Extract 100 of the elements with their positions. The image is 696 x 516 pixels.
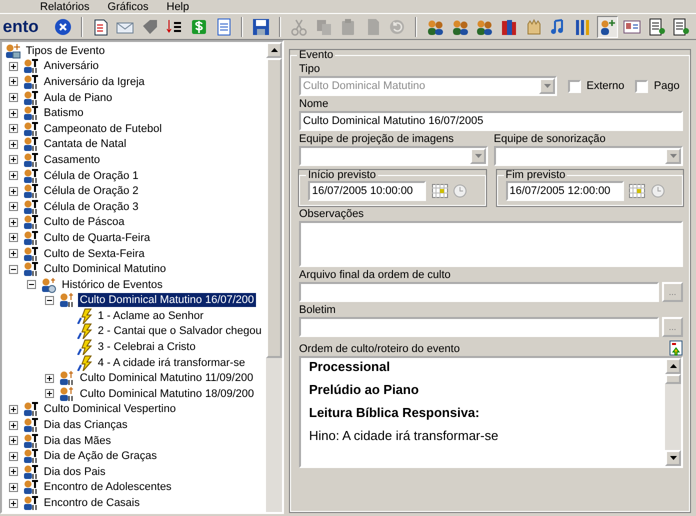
person-clock-icon xyxy=(40,276,57,293)
import-icon xyxy=(669,340,683,356)
field-label: Tipo xyxy=(299,63,321,76)
tree-item[interactable]: Dia das Crianças xyxy=(42,418,130,432)
menu-item[interactable]: Relatórios xyxy=(40,0,90,13)
tree-item[interactable]: Aula de Piano xyxy=(42,90,114,105)
tree-item[interactable]: Tipos de Evento xyxy=(24,44,107,58)
tree-item[interactable]: 3 - Celebrai a Cristo xyxy=(96,340,198,354)
person-add-button[interactable] xyxy=(596,16,618,38)
checkbox[interactable] xyxy=(568,80,581,92)
tree-item[interactable]: Dia dos Pais xyxy=(42,464,108,479)
tree-item[interactable]: 1 - Aclame ao Senhor xyxy=(96,308,206,323)
expand-icon[interactable] xyxy=(9,467,18,476)
person-icon xyxy=(22,168,39,184)
expand-icon[interactable] xyxy=(9,218,18,227)
tree-item[interactable]: Culto Dominical Matutino 16/07/200 xyxy=(78,293,256,308)
expand-icon[interactable] xyxy=(9,498,18,508)
scroll-thumb[interactable] xyxy=(665,374,681,384)
text-field[interactable]: Culto Dominical Matutino 16/07/2005 xyxy=(299,111,683,131)
tree-item[interactable]: 4 - A cidade irá transformar-se xyxy=(96,356,248,370)
expand-icon[interactable] xyxy=(9,124,18,134)
text-line: Hino: A cidade irá transformar-se xyxy=(309,428,500,444)
person-icon xyxy=(22,464,39,480)
checkbox[interactable] xyxy=(635,80,648,92)
field-label: Boletim xyxy=(299,304,337,317)
scroll-up-icon xyxy=(270,48,278,52)
tree-item[interactable]: Culto de Páscoa xyxy=(42,215,126,230)
expand-icon[interactable] xyxy=(9,233,18,242)
person-icon xyxy=(22,74,39,90)
person-icon xyxy=(22,152,39,168)
tree-item[interactable]: Encontro de Casais xyxy=(42,496,142,510)
person-icon xyxy=(22,479,39,496)
expand-icon[interactable] xyxy=(9,202,18,212)
expand-icon[interactable] xyxy=(9,171,18,180)
text-field[interactable] xyxy=(299,282,660,302)
tree-item[interactable]: Dia das Mães xyxy=(42,434,114,448)
person-icon xyxy=(22,105,39,122)
tree-item[interactable]: 2 - Cantai que o Salvador chegou xyxy=(96,324,264,338)
lightning-icon xyxy=(76,308,93,324)
scrollbar[interactable] xyxy=(266,42,282,512)
expand-icon[interactable] xyxy=(45,374,54,383)
collapse-icon[interactable] xyxy=(9,264,18,274)
field-label: Arquivo final da ordem de culto xyxy=(299,269,452,282)
expand-icon[interactable] xyxy=(45,389,54,398)
group-title: Evento xyxy=(298,50,334,61)
tree-item[interactable]: Batismo xyxy=(42,106,86,120)
text-field[interactable] xyxy=(299,317,660,337)
tree-item[interactable]: Casamento xyxy=(42,152,102,167)
dropdown-field[interactable] xyxy=(299,146,488,166)
tree-item[interactable]: Culto Dominical Matutino 18/09/200 xyxy=(78,386,256,401)
checkbox-label: Externo xyxy=(586,78,624,94)
menu-item[interactable]: Help xyxy=(166,0,190,13)
expand-icon[interactable] xyxy=(9,93,18,102)
dropdown-field[interactable] xyxy=(494,146,683,166)
date-field[interactable]: 16/07/2005 10:00:00 xyxy=(308,181,426,201)
expand-icon[interactable] xyxy=(9,77,18,86)
scrollbar[interactable] xyxy=(665,358,681,466)
tree-item[interactable]: Célula de Oração 2 xyxy=(42,184,141,198)
tree-item[interactable]: Dia de Ação de Graças xyxy=(42,449,159,464)
expand-icon[interactable] xyxy=(9,140,18,149)
collapse-icon[interactable] xyxy=(27,280,36,290)
expand-icon[interactable] xyxy=(9,404,18,414)
field-label: Nome xyxy=(299,98,330,111)
tree-item[interactable]: Campeonato de Futebol xyxy=(42,122,164,136)
tree-item[interactable]: Culto Dominical Vespertino xyxy=(42,402,178,416)
expand-icon[interactable] xyxy=(9,62,18,71)
expand-icon[interactable] xyxy=(9,155,18,164)
person-icon xyxy=(58,370,75,386)
tree-item[interactable]: Culto Dominical Matutino xyxy=(42,262,168,276)
person-icon xyxy=(58,292,75,308)
tree-item[interactable]: Histórico de Eventos xyxy=(60,278,165,292)
clock-icon xyxy=(650,184,664,198)
tree-item[interactable]: Célula de Oração 3 xyxy=(42,200,141,214)
tree-item[interactable]: Aniversário da Igreja xyxy=(42,74,147,89)
person-icon xyxy=(22,183,39,200)
expand-icon[interactable] xyxy=(9,436,18,446)
expand-icon[interactable] xyxy=(9,482,18,492)
group-title: Fim previsto xyxy=(504,170,566,181)
scroll-thumb[interactable] xyxy=(266,58,282,358)
expand-icon[interactable] xyxy=(9,452,18,461)
expand-icon[interactable] xyxy=(9,249,18,258)
lightning-icon xyxy=(76,354,93,371)
expand-icon[interactable] xyxy=(9,420,18,430)
menu-item[interactable]: Gráficos xyxy=(108,0,148,13)
tree-item[interactable]: Célula de Oração 1 xyxy=(42,168,141,183)
tree-item[interactable]: Cantata de Natal xyxy=(42,137,128,152)
collapse-icon[interactable] xyxy=(45,296,54,305)
tree-item[interactable]: Culto Dominical Matutino 11/09/200 xyxy=(78,371,256,386)
lightning-icon xyxy=(76,339,93,356)
expand-icon[interactable] xyxy=(9,186,18,196)
text-line: Processional xyxy=(309,358,391,375)
rich-text-editor[interactable]: Processional Prelúdio ao Piano Leitura Bíblica Responsiva: Hino: A cidade irá transformar-se xyxy=(299,356,683,468)
expand-icon[interactable] xyxy=(9,108,18,118)
tree-item[interactable]: Aniversário xyxy=(42,59,101,74)
tree-item[interactable]: Encontro de Adolescentes xyxy=(42,480,174,494)
tree-item[interactable]: Culto de Quarta-Feira xyxy=(42,230,152,245)
scroll-down-icon xyxy=(670,456,676,460)
tree-item[interactable]: Culto de Sexta-Feira xyxy=(42,246,147,261)
window-title: ento xyxy=(2,16,40,36)
date-field[interactable]: 16/07/2005 12:00:00 xyxy=(506,181,624,201)
